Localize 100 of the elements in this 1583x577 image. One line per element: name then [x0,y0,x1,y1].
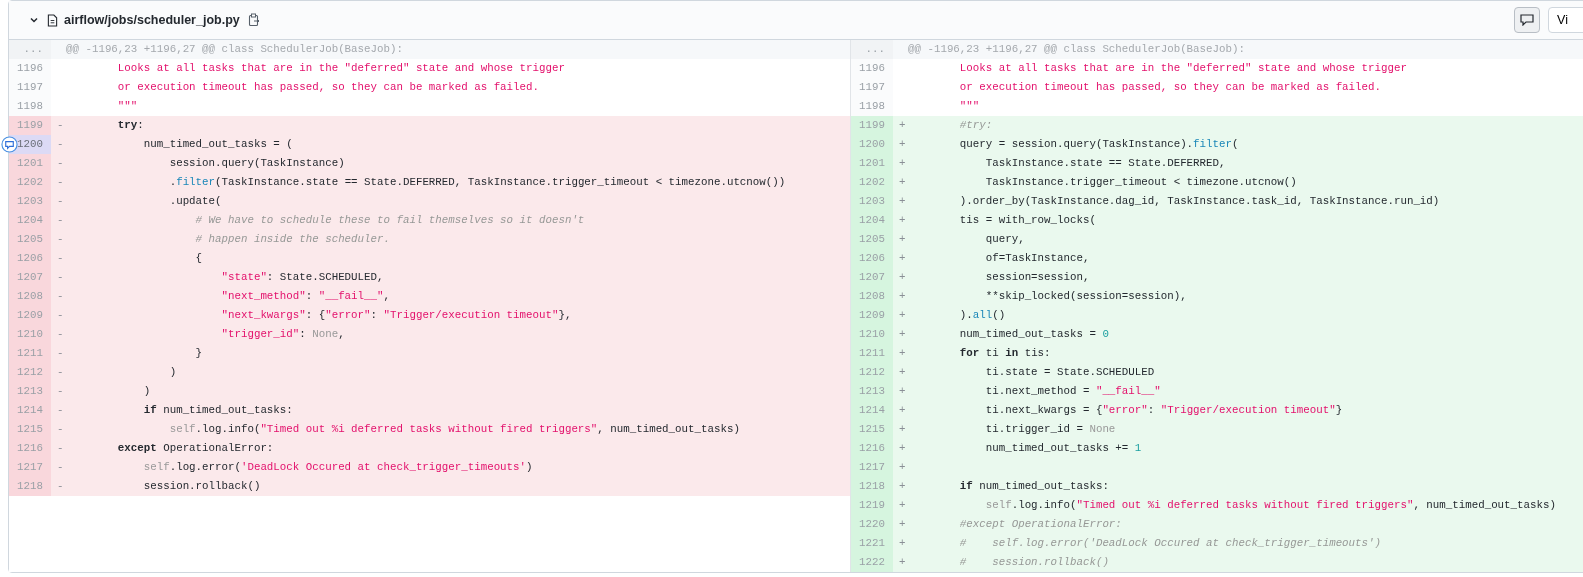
diff-sign: - [56,118,65,133]
line-number[interactable]: 1205 [851,230,893,249]
code-line: num_timed_out_tasks += 1 [984,441,1142,456]
diff-sign: + [898,308,907,323]
line-number[interactable]: 1201 [9,154,51,173]
line-number[interactable]: 1208 [9,287,51,306]
diff-sign: + [898,270,907,285]
line-number[interactable]: 1196 [851,59,893,78]
code-line: num_timed_out_tasks = ( [142,137,293,152]
line-number[interactable]: 1213 [851,382,893,401]
line-number[interactable]: 1201 [851,154,893,173]
line-number[interactable]: 1203 [851,192,893,211]
view-button[interactable]: Vi [1548,7,1583,33]
line-number[interactable]: 1197 [9,78,51,97]
code-line: ) [142,384,151,399]
diff-sign: + [898,555,907,570]
line-number[interactable]: 1204 [851,211,893,230]
line-number[interactable]: 1208 [851,287,893,306]
code-line: **skip_locked(session=session), [984,289,1187,304]
code-line: """ [958,99,980,114]
code-line: except OperationalError: [116,441,274,456]
diff-sign: - [56,270,65,285]
line-number[interactable]: 1212 [851,363,893,382]
line-number[interactable]: 1200 [851,135,893,154]
line-number[interactable]: 1209 [9,306,51,325]
line-number[interactable]: 1210 [9,325,51,344]
line-number[interactable]: 1217 [851,458,893,477]
line-number[interactable]: 1203 [9,192,51,211]
code-line: """ [116,99,138,114]
code-line: Looks at all tasks that are in the "deferred" state and whose trigger [958,61,1407,76]
line-number[interactable]: 1219 [851,496,893,515]
code-line: "next_kwargs": {"error": "Trigger/execution timeout"}, [220,308,572,323]
diff-sign: - [56,460,65,475]
line-number[interactable]: 1211 [9,344,51,363]
line-number[interactable]: 1210 [851,325,893,344]
line-number[interactable]: 1202 [9,173,51,192]
line-number[interactable]: 1207 [851,268,893,287]
line-number[interactable]: 1206 [851,249,893,268]
code-line: #except OperationalError: [958,517,1122,532]
code-line: session.rollback() [142,479,261,494]
line-number[interactable]: 1222 [851,553,893,572]
diff-sign: + [898,327,907,342]
line-number[interactable]: 1197 [851,78,893,97]
code-line: } [194,346,203,361]
code-line: { [194,251,203,266]
diff-sign: + [898,232,907,247]
code-line: num_timed_out_tasks = 0 [958,327,1109,342]
diff-sign: + [898,422,907,437]
diff-sign: + [898,498,907,513]
line-number[interactable]: 1217 [9,458,51,477]
line-number[interactable]: 1216 [9,439,51,458]
comment-toggle-button[interactable] [1514,7,1541,33]
line-number[interactable]: 1202 [851,173,893,192]
line-number[interactable]: 1206 [9,249,51,268]
line-number[interactable]: 1214 [9,401,51,420]
expand-marker[interactable]: ... [851,40,893,59]
line-number[interactable]: 1199 [851,116,893,135]
diff-sign: + [898,479,907,494]
code-line: try: [116,118,144,133]
line-number[interactable]: 1215 [851,420,893,439]
diff-sign: - [56,194,65,209]
code-line: # session.rollback() [958,555,1109,570]
line-number[interactable]: 1216 [851,439,893,458]
hunk-header: @@ -1196,23 +1196,27 @@ class SchedulerJob(BaseJob): [907,42,1245,57]
line-number[interactable]: 1220 [851,515,893,534]
code-line: # self.log.error('DeadLock Occured at check_trigger_timeouts') [958,536,1381,551]
line-number[interactable]: 1218 [851,477,893,496]
line-number[interactable]: 1204 [9,211,51,230]
diff-sign: + [898,213,907,228]
expand-marker[interactable]: ... [9,40,51,59]
line-number[interactable]: 1211 [851,344,893,363]
line-number[interactable]: 1209 [851,306,893,325]
chevron-icon[interactable] [29,15,39,25]
diff-sign: - [56,346,65,361]
line-number[interactable]: 1218 [9,477,51,496]
diff-sign: + [898,460,907,475]
line-number[interactable]: 1205 [9,230,51,249]
diff-sign: + [898,517,907,532]
line-number[interactable]: 1198 [9,97,51,116]
diff-sign: - [56,422,65,437]
code-line: self.log.info("Timed out %i deferred tasks without fired triggers", num_timed_out_tasks) [168,422,740,437]
line-number[interactable]: 1199 [9,116,51,135]
line-number[interactable]: 1221 [851,534,893,553]
add-comment-icon[interactable] [1,136,18,153]
line-number[interactable]: 1214 [851,401,893,420]
diff-sign: + [898,118,907,133]
line-number[interactable]: 1207 [9,268,51,287]
file-path[interactable]: airflow/jobs/scheduler_job.py [64,13,240,27]
line-number[interactable]: 1215 [9,420,51,439]
clipboard-icon[interactable] [247,13,260,27]
code-line: "state": State.SCHEDULED, [220,270,384,285]
line-number[interactable]: 1196 [9,59,51,78]
diff-sign: - [56,213,65,228]
code-line: ) [168,365,177,380]
line-number[interactable]: 1213 [9,382,51,401]
code-line: or execution timeout has passed, so they can be marked as failed. [116,80,539,95]
line-number[interactable]: 1212 [9,363,51,382]
line-number[interactable]: 1198 [851,97,893,116]
code-line: .update( [168,194,222,209]
diff-sign: - [56,365,65,380]
